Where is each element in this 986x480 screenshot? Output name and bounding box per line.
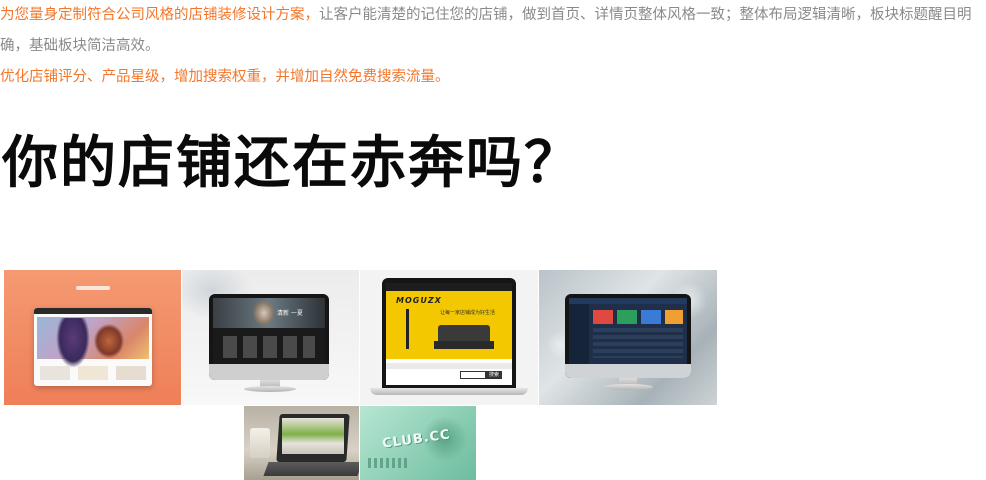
tile4-screen <box>569 298 687 364</box>
tile2-banner-text: 清新 一夏 <box>277 310 303 317</box>
tile3-tagline: 让每一家店铺成为好生活 <box>440 310 496 316</box>
tile3-screen: MOGUZX 让每一家店铺成为好生活 搜索 <box>386 283 512 385</box>
intro-highlight: 为您量身定制符合公司风格的店铺装修设计方案， <box>0 7 319 23</box>
intro-paragraph: 为您量身定制符合公司风格的店铺装修设计方案，让客户能清楚的记住您的店铺，做到首页… <box>0 0 986 62</box>
showcase-tile-monitor-fashion: 清新 一夏 <box>182 270 359 405</box>
page-headline: 你的店铺还在赤奔吗？ <box>2 130 582 196</box>
tile2-screen: 清新 一夏 <box>213 298 325 364</box>
showcase-tile-laptop-yellow: MOGUZX 让每一家店铺成为好生活 搜索 <box>360 270 538 405</box>
tile1-top-title <box>76 286 110 290</box>
showcase-tile-monitor-dashboard <box>539 270 717 405</box>
showcase-tile-laptop-photo <box>244 406 359 480</box>
tile1-website-frame <box>34 308 152 386</box>
tile3-logo: MOGUZX <box>396 296 442 305</box>
tile3-search-button: 搜索 <box>486 371 502 379</box>
showcase-tile-orange <box>4 270 181 405</box>
tile3-laptop-base <box>370 388 528 395</box>
intro-line-seo: 优化店铺评分、产品星级，增加搜索权重，并增加自然免费搜索流量。 <box>0 69 450 85</box>
showcase-tile-mint-art: CLUB.CC <box>360 406 476 480</box>
